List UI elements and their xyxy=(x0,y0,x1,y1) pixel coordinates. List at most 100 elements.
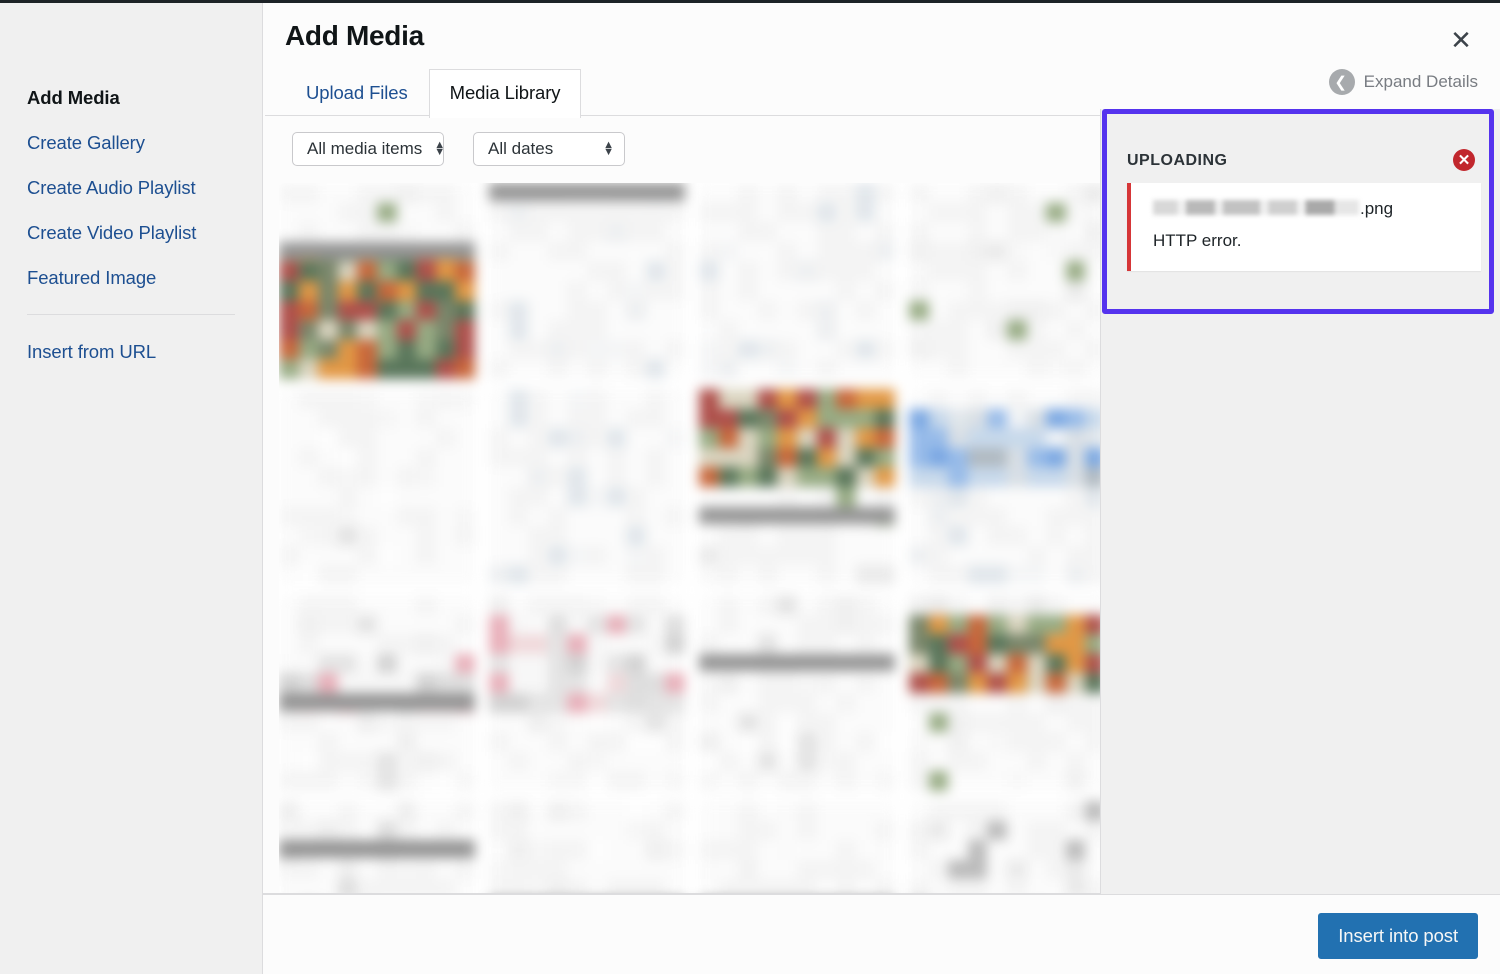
thumbnail-pixel xyxy=(987,801,1008,822)
media-thumbnail[interactable] xyxy=(489,389,685,585)
thumbnail-pixel xyxy=(738,526,759,547)
thumbnail-pixel xyxy=(1065,820,1087,842)
media-thumbnail[interactable] xyxy=(699,183,895,379)
sidebar-item-featured-image[interactable]: Featured Image xyxy=(0,255,262,300)
tab-media-library[interactable]: Media Library xyxy=(428,69,582,118)
thumbnail-pixel xyxy=(587,614,608,636)
thumbnail-pixel xyxy=(875,614,895,636)
media-thumbnail[interactable] xyxy=(489,801,685,895)
thumbnail-pixel xyxy=(587,261,608,282)
thumbnail-pixel xyxy=(318,595,339,616)
thumbnail-pixel xyxy=(909,300,930,322)
thumbnail-pixel xyxy=(396,408,418,430)
media-library-grid[interactable] xyxy=(279,183,1109,895)
thumbnail-pixel xyxy=(587,281,608,302)
thumbnail-pixel xyxy=(508,300,530,322)
thumbnail-pixel xyxy=(1026,447,1048,469)
thumbnail-pixel xyxy=(665,634,685,655)
thumbnail-pixel xyxy=(757,428,779,449)
thumbnail-pixel xyxy=(508,447,530,469)
media-thumbnail[interactable] xyxy=(699,595,895,791)
thumbnail-pixel xyxy=(738,565,759,585)
thumbnail-pixel xyxy=(547,771,569,791)
thumbnail-pixel xyxy=(777,712,798,734)
insert-into-post-button[interactable]: Insert into post xyxy=(1318,913,1478,959)
thumbnail-pixel xyxy=(699,202,720,224)
thumbnail-pixel xyxy=(357,545,378,567)
thumbnail-pixel xyxy=(928,281,950,302)
media-thumbnail[interactable] xyxy=(279,801,475,895)
thumbnail-pixel xyxy=(357,801,378,822)
thumbnail-pixel xyxy=(1065,673,1087,694)
thumbnail-pixel xyxy=(606,653,628,675)
thumbnail-pixel xyxy=(645,428,667,449)
thumbnail-pixel xyxy=(738,673,759,694)
expand-details-button[interactable]: ❮ Expand Details xyxy=(1328,69,1478,95)
thumbnail-pixel xyxy=(377,408,398,430)
thumbnail-pixel xyxy=(626,614,647,636)
modal-main-area: Add Media ✕ ❮ Expand Details Upload File… xyxy=(263,3,1500,974)
tab-upload-files[interactable]: Upload Files xyxy=(285,69,429,117)
thumbnail-pixel xyxy=(987,614,1008,636)
close-icon[interactable]: ✕ xyxy=(1444,23,1478,57)
thumbnail-pixel xyxy=(455,801,475,822)
thumbnail-pixel xyxy=(318,751,339,773)
thumbnail-pixel xyxy=(928,339,950,361)
thumbnail-pixel xyxy=(508,545,530,567)
thumbnail-pixel xyxy=(855,320,877,341)
thumbnail-pixel xyxy=(875,565,895,585)
media-thumbnail[interactable] xyxy=(279,595,475,791)
thumbnail-pixel xyxy=(337,859,359,881)
thumbnail-pixel xyxy=(855,222,877,243)
thumbnail-pixel xyxy=(606,300,628,322)
thumbnail-pixel xyxy=(435,389,457,410)
sidebar-item-create-gallery[interactable]: Create Gallery xyxy=(0,120,262,165)
thumbnail-pixel xyxy=(948,506,969,528)
thumbnail-pixel xyxy=(816,202,838,224)
thumbnail-pixel xyxy=(875,183,895,204)
media-type-filter-select[interactable]: All media items ▲ ▼ xyxy=(292,132,445,166)
thumbnail-pixel xyxy=(967,261,989,282)
thumbnail-pixel xyxy=(928,820,950,842)
thumbnail-pixel xyxy=(1007,183,1028,204)
thumbnail-pixel xyxy=(279,281,300,302)
thumbnail-pixel xyxy=(797,693,818,714)
thumbnail-pixel xyxy=(357,300,378,322)
thumbnail-pixel xyxy=(909,428,930,449)
thumbnail-pixel xyxy=(875,634,895,655)
thumbnail-pixel xyxy=(836,447,857,469)
thumbnail-pixel xyxy=(606,526,628,547)
media-thumbnail[interactable] xyxy=(279,389,475,585)
sidebar-item-create-audio-playlist[interactable]: Create Audio Playlist xyxy=(0,165,262,210)
thumbnail-pixel xyxy=(626,359,647,379)
thumbnail-pixel xyxy=(337,261,359,282)
thumbnail-pixel xyxy=(967,595,989,616)
thumbnail-pixel xyxy=(967,840,989,861)
media-thumbnail[interactable] xyxy=(909,389,1105,585)
error-circle-x-icon[interactable]: ✕ xyxy=(1453,149,1475,171)
media-thumbnail[interactable] xyxy=(909,801,1105,895)
date-filter-select[interactable]: All dates ▲ ▼ xyxy=(473,132,625,166)
media-thumbnail[interactable] xyxy=(699,389,895,585)
thumbnail-pixel xyxy=(797,281,818,302)
thumbnail-pixel xyxy=(816,595,838,616)
media-thumbnail[interactable] xyxy=(909,595,1105,791)
thumbnail-pixel xyxy=(948,428,969,449)
thumbnail-pixel xyxy=(489,202,510,224)
sidebar-item-insert-from-url[interactable]: Insert from URL xyxy=(0,329,262,374)
sidebar-item-add-media[interactable]: Add Media xyxy=(0,75,262,120)
media-thumbnail[interactable] xyxy=(699,801,895,895)
thumbnail-pixel xyxy=(928,389,950,410)
media-thumbnail[interactable] xyxy=(489,183,685,379)
thumbnail-pixel xyxy=(396,389,418,410)
thumbnail-pixel xyxy=(455,202,475,224)
media-thumbnail[interactable] xyxy=(279,183,475,379)
media-thumbnail[interactable] xyxy=(909,183,1105,379)
sidebar-item-create-video-playlist[interactable]: Create Video Playlist xyxy=(0,210,262,255)
thumbnail-pixel xyxy=(337,801,359,822)
thumbnail-pixel xyxy=(547,801,569,822)
media-thumbnail[interactable] xyxy=(489,595,685,791)
media-type-filter-value: All media items xyxy=(307,139,423,158)
thumbnail-pixel xyxy=(435,467,457,488)
thumbnail-pixel xyxy=(928,202,950,224)
